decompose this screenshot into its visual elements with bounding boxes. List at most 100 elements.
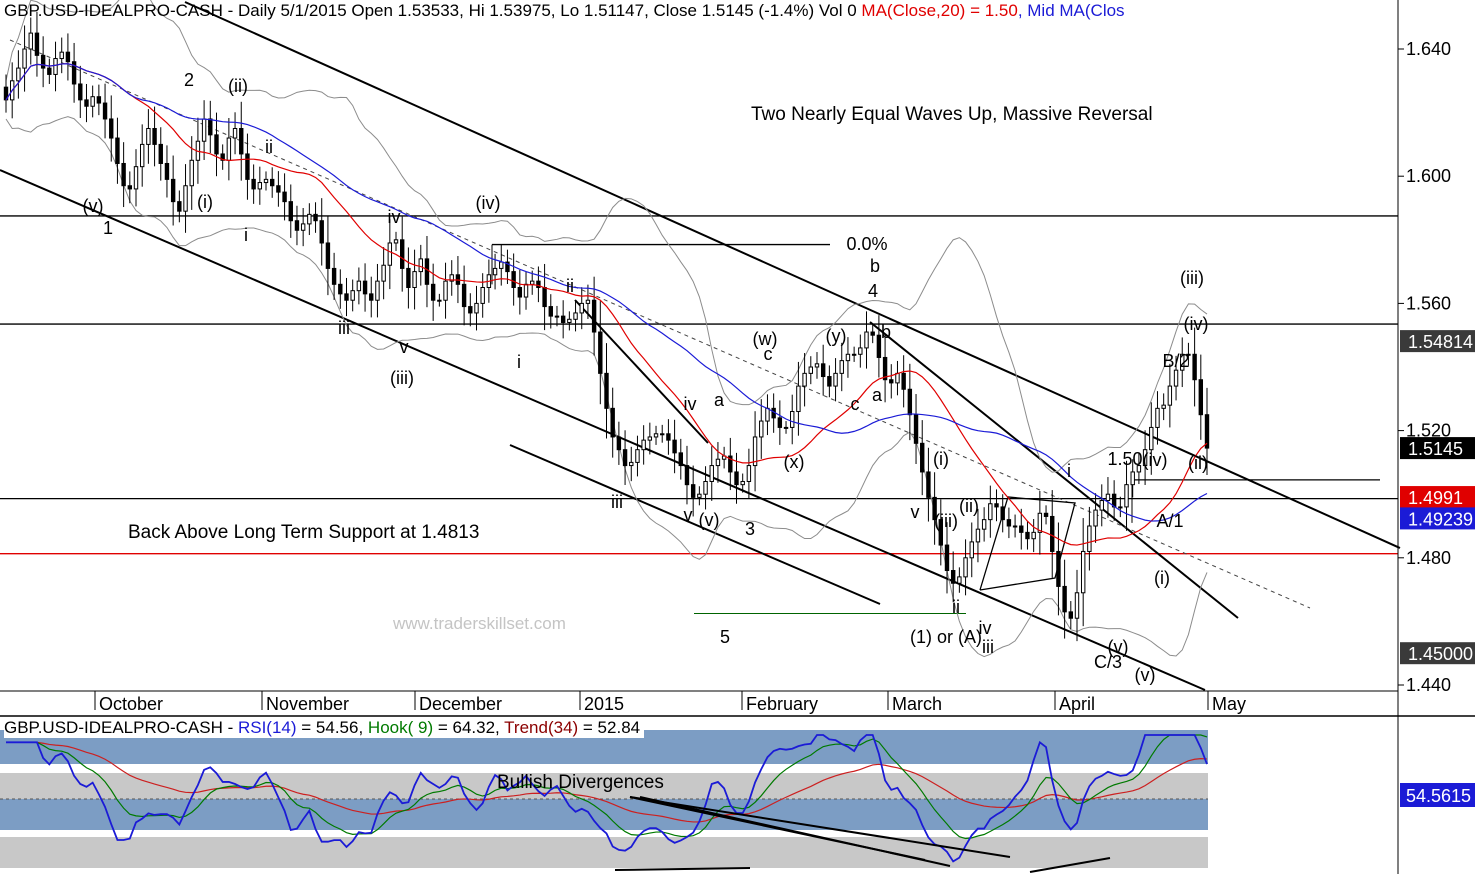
candle [412,249,417,310]
candle [1068,601,1074,630]
candle [282,173,287,221]
candle [808,356,813,385]
candle-body [901,372,906,390]
y-axis: 1.4401.4801.5201.5601.6001.640 [1398,39,1451,695]
candle-body [1056,550,1061,587]
x-tick-label: March [892,694,942,714]
candle [1087,506,1092,571]
candle-body [511,271,516,289]
candle [938,499,944,566]
candle [424,235,430,308]
candle-body [765,407,770,422]
candle [1000,494,1005,533]
ind-hook-value: = 64.32, [433,718,505,737]
candle-body [554,315,560,318]
candle [926,447,931,522]
candle [573,300,578,332]
candle-body [1050,515,1055,552]
rsi-panel: Bullish Divergences 54.5615 [0,730,1475,873]
candle [641,425,646,465]
candle-body [1149,426,1154,451]
candle-body [1173,369,1179,387]
candle [629,446,634,482]
x-tick-label: May [1212,694,1246,714]
candle [226,118,232,181]
candle [523,271,529,310]
candle-body [177,201,182,212]
candle-body [492,267,498,276]
candle-body [889,379,894,384]
header-ma: MA(Close,20) = 1.50 [861,1,1018,20]
candle [34,11,40,77]
wave-label: c [851,394,860,414]
candle [1118,496,1123,518]
price-tag-label: 1.4991 [1408,488,1463,508]
candle [208,100,213,153]
candle [554,305,560,327]
candle [660,424,665,443]
candle-body [34,32,40,56]
wave-label: b [881,322,891,342]
candle-body [907,388,913,416]
candle-body [362,280,368,295]
candle-body [604,372,609,409]
candle-body [567,318,572,323]
candle [1192,327,1197,407]
candle [994,489,999,522]
candle [307,203,312,236]
wave-label: b [870,256,880,276]
candle [115,117,120,184]
candle-body [468,306,473,314]
x-tick-label: 2015 [584,694,624,714]
wave-label: (v) [699,510,720,530]
candle [703,466,708,510]
wave-label: (v) [83,196,104,216]
candle-body [560,315,566,323]
candle-body [1006,519,1012,527]
candle [406,247,411,309]
candle [139,124,145,187]
candle [895,360,900,396]
candle [146,109,151,164]
candle-body [814,363,820,368]
candle-body [393,239,399,244]
candle [1093,493,1098,543]
candle-body [319,220,324,244]
candle-body [994,503,999,508]
candle-body [47,67,52,75]
candle-body [1192,353,1197,381]
wave-label: 4 [868,281,878,301]
bollinger-bands [5,0,1208,658]
candle [400,216,405,292]
candle [1025,521,1030,550]
candle-body [288,201,293,222]
wave-label: (1) or (A) [910,627,982,647]
candle [820,344,826,396]
candle [1050,490,1055,578]
candle [1012,514,1018,538]
candle [1167,363,1173,428]
candle-body [1167,385,1173,406]
candle-body [1043,512,1049,517]
candle-body [957,576,962,584]
candle [802,353,807,407]
chart-canvas: (v)12 (ii)(i)iiiiv(iv)iiiv(iii)iiiiv a(w)c… [0,0,1475,874]
candle [678,438,683,480]
x-tick-label: December [419,694,502,714]
candle-body [313,213,318,222]
candle [635,435,640,477]
candle [864,311,869,369]
candle [777,400,783,445]
candle [944,522,950,594]
candle-body [684,465,690,486]
candle [183,164,188,233]
candle-body [697,493,702,498]
candle [276,171,281,207]
candle-body [170,178,176,203]
note-two-waves: Two Nearly Equal Waves Up, Massive Rever… [751,104,1153,125]
price-tag: 1.5145 [1400,437,1475,460]
wave-label: (iii) [1180,268,1204,288]
candle [1155,391,1160,445]
candle-body [783,426,789,429]
candle-body [1155,407,1160,428]
